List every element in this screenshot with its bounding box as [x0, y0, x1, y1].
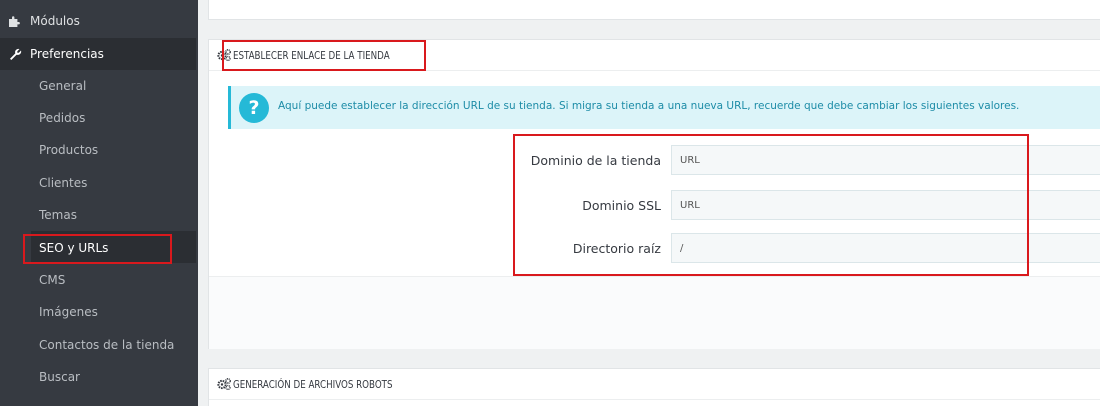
root-directory-label: Directorio raíz — [572, 241, 661, 256]
shop-domain-label: Dominio de la tienda — [530, 153, 661, 168]
sidebar: Módulos Preferencias General Pedidos Pro… — [0, 0, 198, 406]
sidebar-item-label: Módulos — [30, 14, 80, 28]
sidebar-item-label: Preferencias — [30, 47, 104, 61]
sidebar-subitem-contactos[interactable]: Contactos de la tienda — [39, 337, 174, 353]
previous-panel — [208, 0, 1100, 20]
panel-header: ESTABLECER ENLACE DE LA TIENDA — [209, 40, 1100, 71]
sidebar-subitem-buscar[interactable]: Buscar — [39, 369, 80, 385]
form-row-root-directory: Directorio raíz / — [209, 233, 1100, 263]
sidebar-item-modulos[interactable]: Módulos — [0, 5, 196, 37]
sidebar-subitem-productos[interactable]: Productos — [39, 142, 98, 158]
shop-domain-input[interactable]: URL — [671, 145, 1100, 175]
panel-footer — [209, 276, 1100, 349]
form-row-ssl-domain: Dominio SSL URL — [209, 190, 1100, 220]
question-icon: ? — [239, 93, 269, 123]
sidebar-item-preferencias[interactable]: Preferencias — [0, 38, 196, 70]
sidebar-subitem-temas[interactable]: Temas — [39, 207, 77, 223]
sidebar-subitem-imagenes[interactable]: Imágenes — [39, 304, 98, 320]
sidebar-subitem-cms[interactable]: CMS — [39, 272, 65, 288]
panel-title: ESTABLECER ENLACE DE LA TIENDA — [233, 48, 390, 62]
cogs-icon — [217, 46, 231, 65]
info-alert: ? Aquí puede establecer la dirección URL… — [228, 86, 1100, 129]
puzzle-icon — [0, 15, 30, 27]
shop-url-panel: ESTABLECER ENLACE DE LA TIENDA ? Aquí pu… — [208, 39, 1100, 349]
sidebar-subitem-pedidos[interactable]: Pedidos — [39, 110, 85, 126]
form-row-shop-domain: Dominio de la tienda URL — [209, 145, 1100, 175]
sidebar-subitem-clientes[interactable]: Clientes — [39, 175, 87, 191]
robots-panel: GENERACIÓN DE ARCHIVOS ROBOTS — [208, 368, 1100, 406]
root-directory-input[interactable]: / — [671, 233, 1100, 263]
main-content: ESTABLECER ENLACE DE LA TIENDA ? Aquí pu… — [198, 0, 1100, 406]
panel-header: GENERACIÓN DE ARCHIVOS ROBOTS — [209, 369, 1100, 400]
ssl-domain-input[interactable]: URL — [671, 190, 1100, 220]
wrench-icon — [0, 48, 30, 61]
ssl-domain-label: Dominio SSL — [582, 198, 661, 213]
sidebar-subitem-general[interactable]: General — [39, 78, 86, 94]
cogs-icon — [217, 375, 231, 394]
info-message: Aquí puede establecer la dirección URL d… — [278, 100, 1020, 112]
sidebar-subitem-seo-urls[interactable]: SEO y URLs — [39, 240, 108, 256]
panel-title: GENERACIÓN DE ARCHIVOS ROBOTS — [233, 377, 393, 391]
